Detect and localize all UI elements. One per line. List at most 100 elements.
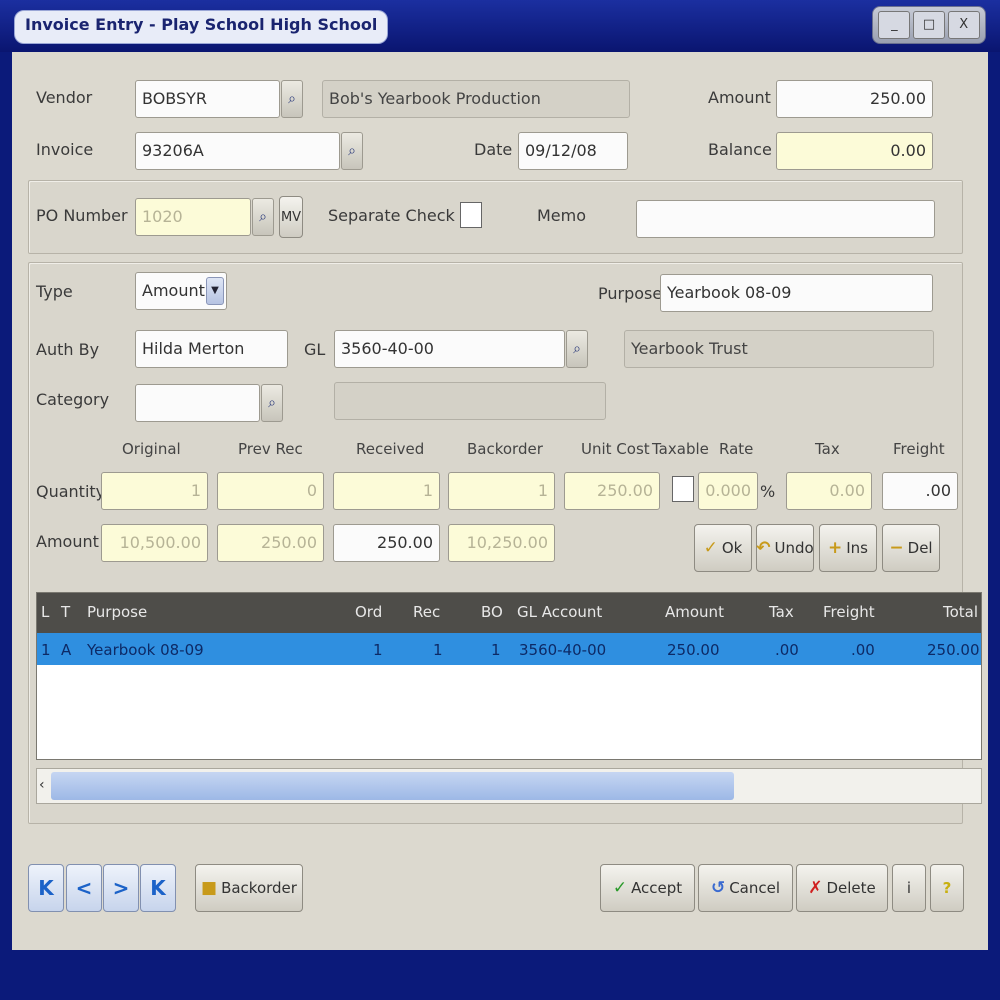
purpose-field[interactable]: Yearbook 08-09	[660, 274, 933, 312]
purpose-label: Purpose	[598, 284, 663, 303]
grid-header-tax[interactable]: Tax	[769, 603, 794, 621]
amount-received[interactable]: 250.00	[333, 524, 440, 562]
col-taxable: Taxable	[652, 440, 709, 458]
gl-field[interactable]: 3560-40-00	[334, 330, 565, 368]
col-unit-cost: Unit Cost	[581, 440, 650, 458]
next-record-icon: >	[112, 876, 130, 900]
vendor-label: Vendor	[36, 88, 93, 107]
first-record-icon: K	[38, 876, 54, 900]
grid-header-t[interactable]: T	[61, 603, 70, 621]
check-icon: ✓	[703, 538, 718, 558]
vendor-field[interactable]: BOBSYR	[135, 80, 280, 118]
grid-header-freight[interactable]: Freight	[823, 603, 875, 621]
mv-button-label: MV	[280, 209, 302, 225]
gl-description-field: Yearbook Trust	[624, 330, 934, 368]
invoice-label: Invoice	[36, 140, 94, 159]
quantity-label: Quantity	[36, 482, 106, 501]
grid-header-bo[interactable]: BO	[481, 603, 503, 621]
scrollbar-thumb[interactable]	[51, 772, 734, 800]
vendor-lookup-icon[interactable]: ⌕	[281, 80, 303, 118]
row-ord: 1	[373, 641, 383, 659]
po-lookup-icon[interactable]: ⌕	[252, 198, 274, 236]
mv-button[interactable]: MV	[279, 196, 303, 238]
amount-field[interactable]: 250.00	[776, 80, 933, 118]
table-row[interactable]: 1 A Yearbook 08-09 1 1 1 3560-40-00 250.…	[37, 633, 981, 665]
chevron-down-icon[interactable]: ▼	[206, 277, 224, 305]
category-field[interactable]	[135, 384, 260, 422]
help-button[interactable]: ?	[930, 864, 964, 912]
help-icon: ?	[942, 879, 952, 897]
separate-check-checkbox[interactable]	[460, 202, 482, 228]
cancel-button-label: Cancel	[729, 879, 781, 897]
quantity-prev-rec: 0	[217, 472, 324, 510]
first-record-button[interactable]: K	[28, 864, 64, 912]
date-label: Date	[474, 140, 513, 159]
grid-header-amount[interactable]: Amount	[665, 603, 724, 621]
maximize-button[interactable]: □	[912, 11, 945, 39]
invoice-field[interactable]: 93206A	[135, 132, 340, 170]
category-lookup-icon[interactable]: ⌕	[261, 384, 283, 422]
window-bottom-border	[0, 950, 1000, 1000]
info-button[interactable]: i	[892, 864, 926, 912]
memo-label: Memo	[537, 206, 587, 225]
quantity-received[interactable]: 1	[333, 472, 440, 510]
insert-icon: +	[828, 538, 843, 558]
close-button[interactable]: X	[947, 11, 980, 39]
delete-icon: −	[889, 538, 904, 558]
scroll-left-icon[interactable]: ‹	[39, 777, 45, 793]
check-icon: ✓	[612, 878, 628, 898]
row-rec: 1	[433, 641, 443, 659]
amount-row-label: Amount	[36, 532, 99, 551]
grid-header-l[interactable]: L	[41, 603, 49, 621]
undo-button[interactable]: ↶ Undo	[756, 524, 814, 572]
last-record-icon: K	[150, 876, 166, 900]
delete-button-label: Delete	[826, 879, 876, 897]
x-icon: ✗	[808, 878, 823, 898]
grid-header: L T Purpose Ord Rec BO GL Account Amount…	[37, 593, 981, 633]
cancel-button[interactable]: ↺ Cancel	[698, 864, 793, 912]
row-tax: .00	[775, 641, 799, 659]
memo-field[interactable]	[636, 200, 935, 238]
grid-header-gl-account[interactable]: GL Account	[517, 603, 602, 621]
insert-button[interactable]: + Ins	[819, 524, 877, 572]
invoice-lookup-icon[interactable]: ⌕	[341, 132, 363, 170]
backorder-button[interactable]: ■ Backorder	[195, 864, 303, 912]
delete-button[interactable]: ✗ Delete	[796, 864, 888, 912]
last-record-button[interactable]: K	[140, 864, 176, 912]
row-bo: 1	[491, 641, 501, 659]
minimize-button[interactable]: _	[878, 11, 911, 39]
undo-icon: ↶	[756, 538, 771, 558]
ok-button[interactable]: ✓ Ok	[694, 524, 752, 572]
info-icon: i	[906, 879, 912, 897]
delete-line-button-label: Del	[907, 539, 933, 557]
accept-button[interactable]: ✓ Accept	[600, 864, 695, 912]
quantity-backorder: 1	[448, 472, 555, 510]
grid-header-purpose[interactable]: Purpose	[87, 603, 147, 621]
grid-header-total[interactable]: Total	[943, 603, 978, 621]
row-purpose: Yearbook 08-09	[87, 641, 204, 659]
category-label: Category	[36, 390, 110, 409]
gl-label: GL	[304, 340, 326, 359]
delete-line-button[interactable]: − Del	[882, 524, 940, 572]
col-original: Original	[122, 440, 181, 458]
freight-field[interactable]: .00	[882, 472, 958, 510]
next-record-button[interactable]: >	[103, 864, 139, 912]
window-title: Invoice Entry - Play School High School	[14, 10, 389, 44]
amount-label: Amount	[708, 88, 771, 107]
type-select-value: Amount	[142, 281, 205, 300]
window-controls: _ □ X	[872, 6, 986, 44]
previous-record-button[interactable]: <	[66, 864, 102, 912]
grid-header-ord[interactable]: Ord	[355, 603, 382, 621]
taxable-checkbox[interactable]	[672, 476, 694, 502]
auth-by-field[interactable]: Hilda Merton	[135, 330, 288, 368]
gl-lookup-icon[interactable]: ⌕	[566, 330, 588, 368]
po-number-field[interactable]: 1020	[135, 198, 251, 236]
auth-by-label: Auth By	[36, 340, 100, 359]
row-amount: 250.00	[667, 641, 720, 659]
rate-field: 0.000	[698, 472, 758, 510]
type-select[interactable]: Amount ▼	[135, 272, 227, 310]
date-field[interactable]: 09/12/08	[518, 132, 628, 170]
accept-button-label: Accept	[631, 879, 683, 897]
grid-header-rec[interactable]: Rec	[413, 603, 440, 621]
horizontal-scrollbar[interactable]: ‹	[36, 768, 982, 804]
